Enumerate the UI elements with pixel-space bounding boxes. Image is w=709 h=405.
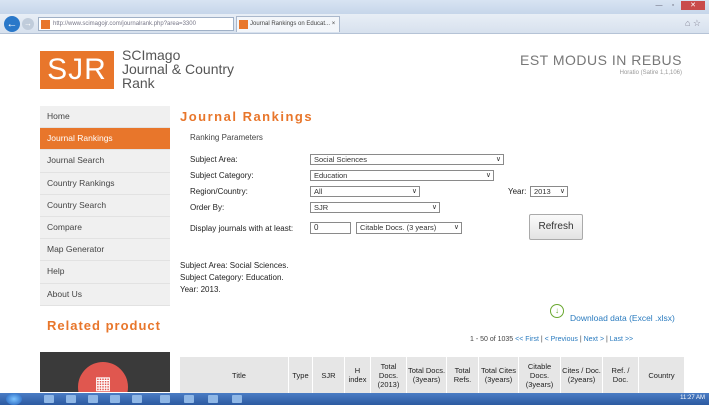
taskbar-app-icon[interactable]	[110, 395, 120, 403]
order-by-select[interactable]: SJR ∨	[310, 202, 440, 213]
related-product-heading: Related product	[47, 318, 161, 333]
taskbar-clock: 11:27 AM	[680, 395, 705, 401]
sidebar-item-journal-rankings[interactable]: Journal Rankings	[40, 128, 170, 151]
ranking-parameters-label: Ranking Parameters	[190, 133, 263, 142]
site-name-line3: Rank	[122, 75, 155, 91]
page-title: Journal Rankings	[180, 109, 314, 124]
site-motto: EST MODUS IN REBUS	[520, 52, 682, 68]
related-product-banner[interactable]: ▦	[40, 352, 170, 392]
refresh-button[interactable]: Refresh	[529, 214, 583, 240]
browser-address-bar: ← → http://www.scimagojr.com/journalrank…	[0, 14, 709, 34]
close-button[interactable]: ✕	[681, 1, 705, 10]
column-sjr[interactable]: SJR	[312, 357, 344, 393]
taskbar-app-icon[interactable]	[232, 395, 242, 403]
order-by-label: Order By:	[190, 203, 225, 212]
taskbar-app-icon[interactable]	[184, 395, 194, 403]
column-country[interactable]: Country	[638, 357, 684, 393]
column-total-cites[interactable]: Total Cites (3years)	[478, 357, 518, 393]
min-docs-input[interactable]: 0	[310, 222, 351, 234]
subject-area-select[interactable]: Social Sciences ∨	[310, 154, 504, 165]
pagination-first[interactable]: << First	[515, 336, 539, 343]
chevron-down-icon: ∨	[485, 172, 491, 179]
site-name-line2: Journal & Country	[122, 61, 235, 77]
sidebar-item-about-us[interactable]: About Us	[40, 283, 170, 306]
subject-category-select[interactable]: Education ∨	[310, 170, 494, 181]
sidebar-item-map-generator[interactable]: Map Generator	[40, 239, 170, 262]
back-icon[interactable]: ←	[4, 16, 20, 32]
column-title[interactable]: Title	[180, 357, 298, 393]
sidebar-item-compare[interactable]: Compare	[40, 216, 170, 240]
pagination: 1 - 50 of 1035 << First | < Previous | N…	[470, 336, 634, 343]
summary-subject-area: Subject Area: Social Sciences.	[180, 261, 289, 270]
window-controls: — ▫ ✕	[653, 1, 705, 10]
site-name-line1: SCImago	[122, 47, 181, 63]
pagination-last[interactable]: Last >>	[610, 336, 633, 343]
subject-area-label: Subject Area:	[190, 155, 238, 164]
column-type[interactable]: Type	[288, 357, 312, 393]
start-button[interactable]	[6, 393, 22, 405]
site-name: SCImago Journal & Country Rank	[122, 48, 234, 90]
sjr-logo[interactable]: SJR	[40, 51, 114, 89]
tab-title: Journal Rankings on Educat... ×	[250, 21, 336, 27]
sidebar-nav: Home Journal Rankings Journal Search Cou…	[40, 106, 170, 306]
download-icon[interactable]: ↓	[550, 304, 564, 318]
sidebar-item-home[interactable]: Home	[40, 106, 170, 129]
url-text: http://www.scimagojr.com/journalrank.php…	[53, 21, 196, 27]
subject-category-value: Education	[314, 171, 348, 180]
taskbar-app-icon[interactable]	[44, 395, 54, 403]
taskbar-app-icon[interactable]	[66, 395, 76, 403]
taskbar-app-icon[interactable]	[88, 395, 98, 403]
pagination-next[interactable]: Next >	[584, 336, 604, 343]
column-total-docs-2013[interactable]: Total Docs. (2013)	[370, 357, 406, 393]
column-total-docs-3years[interactable]: Total Docs. (3years)	[406, 357, 446, 393]
download-data-link[interactable]: Download data (Excel .xlsx)	[570, 313, 675, 323]
chevron-down-icon: ∨	[453, 224, 459, 231]
minimize-button[interactable]: —	[653, 1, 665, 10]
maximize-button[interactable]: ▫	[667, 1, 679, 10]
region-country-value: All	[314, 187, 323, 196]
chevron-down-icon: ∨	[559, 188, 565, 195]
browser-title-bar: — ▫ ✕	[0, 0, 709, 14]
column-cites-per-doc[interactable]: Cites / Doc. (2years)	[560, 357, 602, 393]
home-star-gear-icons[interactable]: ⌂ ☆	[685, 18, 701, 29]
citable-docs-value: Citable Docs. (3 years)	[360, 223, 437, 232]
column-ref-per-doc[interactable]: Ref. / Doc.	[602, 357, 638, 393]
favicon-icon	[41, 20, 50, 29]
summary-year: Year: 2013.	[180, 285, 221, 294]
pagination-range: 1 - 50 of 1035	[470, 336, 514, 343]
year-select[interactable]: 2013 ∨	[530, 186, 568, 197]
chevron-down-icon: ∨	[431, 204, 437, 211]
subject-category-label: Subject Category:	[190, 171, 254, 180]
sidebar-item-country-search[interactable]: Country Search	[40, 194, 170, 217]
sidebar-item-help[interactable]: Help	[40, 261, 170, 284]
column-citable-docs[interactable]: Citable Docs. (3years)	[518, 357, 560, 393]
sidebar-item-journal-search[interactable]: Journal Search	[40, 150, 170, 173]
citable-docs-select[interactable]: Citable Docs. (3 years) ∨	[356, 222, 462, 234]
column-h-index[interactable]: H index	[344, 357, 370, 393]
taskbar-app-icon[interactable]	[160, 395, 170, 403]
order-by-value: SJR	[314, 203, 329, 212]
taskbar-app-icon[interactable]	[208, 395, 218, 403]
summary-subject-category: Subject Category: Education.	[180, 273, 284, 282]
building-icon: ▦	[78, 362, 128, 392]
pagination-previous[interactable]: < Previous	[545, 336, 578, 343]
favicon-icon	[239, 20, 248, 29]
chevron-down-icon: ∨	[411, 188, 417, 195]
url-field[interactable]: http://www.scimagojr.com/journalrank.php…	[38, 17, 234, 31]
chevron-down-icon: ∨	[495, 156, 501, 163]
region-country-select[interactable]: All ∨	[310, 186, 420, 197]
sidebar-item-country-rankings[interactable]: Country Rankings	[40, 172, 170, 195]
forward-icon[interactable]: →	[22, 18, 34, 30]
column-total-refs[interactable]: Total Refs.	[446, 357, 478, 393]
year-value: 2013	[534, 187, 551, 196]
motto-source: Horatio (Satire 1,1,106)	[619, 70, 682, 76]
year-label: Year:	[508, 187, 527, 196]
display-journals-label: Display journals with at least:	[190, 224, 294, 233]
windows-taskbar: 11:27 AM	[0, 393, 709, 405]
subject-area-value: Social Sciences	[314, 155, 367, 164]
tab-journal-rankings[interactable]: Journal Rankings on Educat... ×	[236, 16, 340, 32]
region-country-label: Region/Country:	[190, 187, 248, 196]
taskbar-app-icon[interactable]	[132, 395, 142, 403]
rankings-table-header: Title Type SJR H index Total Docs. (2013…	[180, 357, 684, 393]
